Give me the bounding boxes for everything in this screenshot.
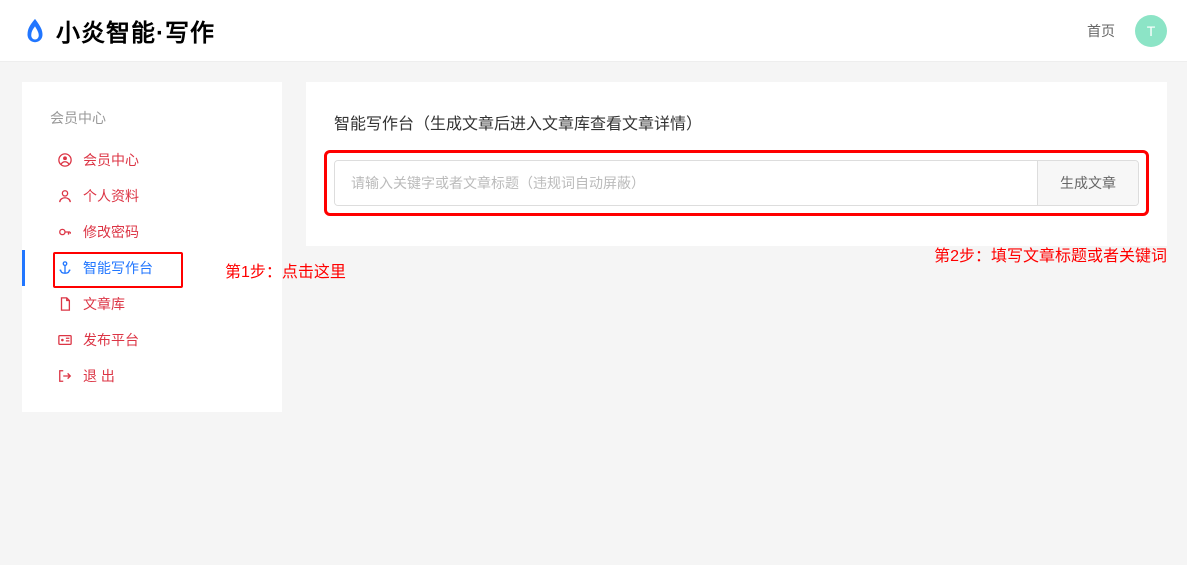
anchor-icon [57, 260, 73, 276]
card-title: 智能写作台（生成文章后进入文章库查看文章详情） [334, 110, 1139, 134]
keyword-input[interactable] [335, 161, 1037, 205]
sidebar-item-label: 智能写作台 [83, 261, 153, 275]
logout-icon [57, 368, 73, 384]
brand-logo[interactable]: 小炎智能·写作 [20, 13, 215, 48]
topbar-right: 首页 T [1087, 15, 1167, 47]
key-icon [57, 224, 73, 240]
topbar: 小炎智能·写作 首页 T [0, 0, 1187, 62]
flame-icon [20, 16, 50, 46]
sidebar-item-label: 修改密码 [83, 225, 139, 239]
nav-home[interactable]: 首页 [1087, 21, 1115, 41]
sidebar-item-label: 会员中心 [83, 153, 139, 167]
sidebar-item-profile[interactable]: 个人资料 [22, 178, 282, 214]
sidebar-item-member-center[interactable]: 会员中心 [22, 142, 282, 178]
sidebar-item-publish-platform[interactable]: 发布平台 [22, 322, 282, 358]
input-row: 生成文章 [334, 160, 1139, 206]
page-body: 会员中心 会员中心 个人资料 修改密码 智能写作台 第1步：点击 [0, 62, 1187, 412]
sidebar: 会员中心 会员中心 个人资料 修改密码 智能写作台 第1步：点击 [22, 82, 282, 412]
user-icon [57, 188, 73, 204]
generate-button[interactable]: 生成文章 [1037, 161, 1138, 205]
writing-card: 智能写作台（生成文章后进入文章库查看文章详情） 生成文章 [306, 82, 1167, 246]
sidebar-item-writing-desk[interactable]: 智能写作台 第1步：点击这里 [22, 250, 282, 286]
sidebar-item-change-password[interactable]: 修改密码 [22, 214, 282, 250]
avatar[interactable]: T [1135, 15, 1167, 47]
sidebar-title: 会员中心 [22, 100, 282, 142]
main-area: 智能写作台（生成文章后进入文章库查看文章详情） 生成文章 第2步：填写文章标题或… [306, 82, 1167, 246]
brand-text: 小炎智能·写作 [56, 13, 215, 48]
input-wrap: 生成文章 [334, 160, 1139, 206]
sidebar-item-label: 发布平台 [83, 333, 139, 347]
id-card-icon [57, 332, 73, 348]
user-circle-icon [57, 152, 73, 168]
annotation-step1-text: 第1步：点击这里 [225, 258, 346, 282]
sidebar-item-label: 文章库 [83, 297, 125, 311]
sidebar-item-logout[interactable]: 退 出 [22, 358, 282, 394]
file-icon [57, 296, 73, 312]
sidebar-item-article-library[interactable]: 文章库 [22, 286, 282, 322]
sidebar-item-label: 退 出 [83, 369, 115, 383]
annotation-step2-text: 第2步：填写文章标题或者关键词 [934, 242, 1167, 266]
sidebar-item-label: 个人资料 [83, 189, 139, 203]
